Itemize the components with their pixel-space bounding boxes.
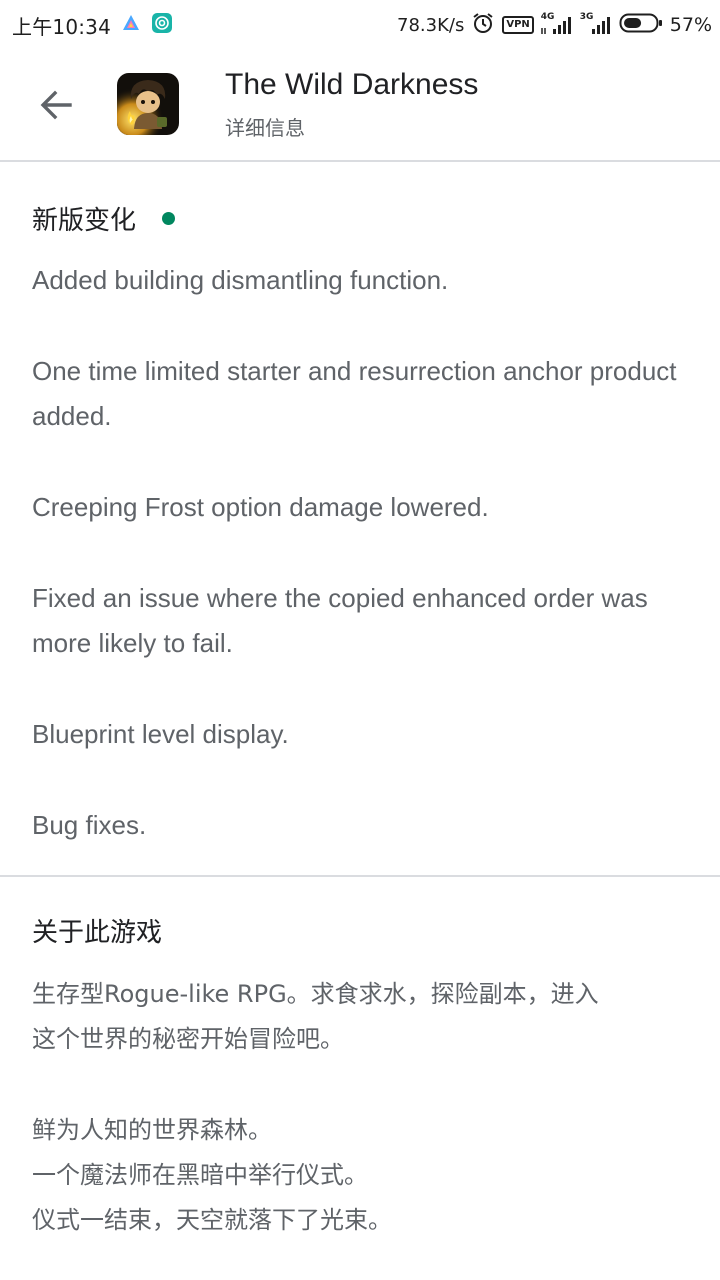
app-icon bbox=[117, 73, 179, 135]
sim2-generation: 3G bbox=[579, 12, 594, 22]
back-button[interactable] bbox=[24, 73, 88, 137]
whats-new-item: One time limited starter and resurrectio… bbox=[32, 356, 677, 431]
about-story-paragraph: 鲜为人知的世界森林。 一个魔法师在黑暗中举行仪式。 仪式一结束，天空就落下了光束… bbox=[32, 1108, 702, 1243]
signal-sim2-icon: 3G bbox=[579, 12, 612, 36]
new-indicator-dot bbox=[162, 212, 176, 225]
signal-sim1-icon: 4G bbox=[540, 12, 573, 36]
app-subtitle: 详细信息 bbox=[225, 116, 305, 140]
whats-new-title: 新版变化 bbox=[32, 206, 137, 236]
about-line: 生存型Rogue-like RPG。求食求水，探险副本，进入 bbox=[32, 980, 599, 1008]
back-arrow-icon bbox=[40, 90, 72, 120]
whats-new-item: Fixed an issue where the copied enhanced… bbox=[32, 583, 648, 658]
app-header: The Wild Darkness 详细信息 bbox=[0, 50, 720, 160]
status-right: 78.3K/s VPN 4G 3G 57% bbox=[397, 10, 712, 40]
header-divider bbox=[0, 160, 720, 162]
alarm-icon bbox=[471, 11, 495, 39]
status-time: 上午10:34 bbox=[12, 14, 112, 39]
about-title: 关于此游戏 bbox=[32, 918, 163, 948]
app-notification-icon bbox=[121, 13, 141, 37]
about-line: 鲜为人知的世界森林。 bbox=[32, 1116, 272, 1144]
about-description-paragraph: 生存型Rogue-like RPG。求食求水，探险副本，进入 这个世界的秘密开始… bbox=[32, 972, 702, 1062]
section-divider bbox=[0, 875, 720, 877]
whats-new-item: Added building dismantling function. bbox=[32, 265, 449, 295]
status-left: 上午10:34 bbox=[12, 10, 173, 40]
about-heading: 关于此游戏 bbox=[32, 912, 162, 949]
about-line: 仪式一结束，天空就落下了光束。 bbox=[32, 1206, 392, 1234]
network-speed: 78.3K/s bbox=[397, 14, 465, 36]
vpn-badge: VPN bbox=[502, 16, 534, 34]
battery-percent: 57% bbox=[669, 14, 712, 36]
sim1-generation: 4G bbox=[540, 12, 555, 22]
whats-new-item: Creeping Frost option damage lowered. bbox=[32, 492, 489, 522]
about-line: 这个世界的秘密开始冒险吧。 bbox=[32, 1025, 344, 1053]
whats-new-item: Bug fixes. bbox=[32, 810, 147, 840]
about-line: 一个魔法师在黑暗中举行仪式。 bbox=[32, 1161, 368, 1189]
status-bar: 上午10:34 78.3K/s VPN 4G 3G 57% bbox=[0, 0, 720, 50]
app-title: The Wild Darkness bbox=[225, 68, 479, 101]
teal-app-notification-icon bbox=[151, 12, 173, 38]
whats-new-item: Blueprint level display. bbox=[32, 719, 289, 749]
whats-new-heading: 新版变化 bbox=[32, 200, 176, 237]
battery-icon bbox=[619, 12, 663, 38]
